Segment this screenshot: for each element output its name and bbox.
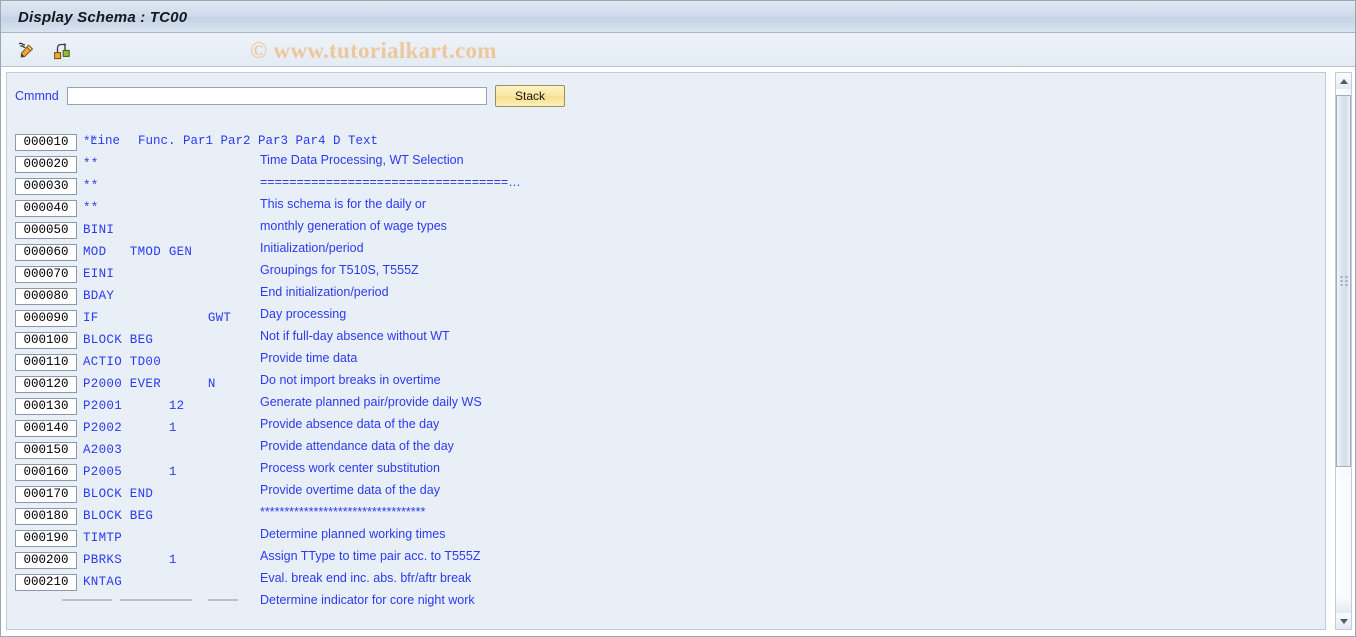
table-row: EINIEnd initialization/period bbox=[7, 263, 1325, 299]
table-row: P2002 1Provide attendance data of the da… bbox=[7, 417, 1325, 453]
line-number-input[interactable] bbox=[15, 441, 77, 459]
line-number-input[interactable] bbox=[15, 419, 77, 437]
line-number-input[interactable] bbox=[15, 221, 77, 239]
scrollbar-track-lower[interactable] bbox=[1336, 476, 1351, 597]
footer-rules bbox=[62, 599, 238, 601]
schema-code-cell: KNTAG bbox=[83, 575, 123, 589]
title-bar: Display Schema : TC00 bbox=[1, 1, 1355, 33]
grid-header-row: Line Func. Par1 Par2 Par3 Par4 D Text bbox=[7, 111, 1325, 148]
table-row: BDAYDay processing bbox=[7, 285, 1325, 321]
table-row: **==================================… bbox=[7, 153, 1325, 189]
table-row: IF GWTNot if full-day absence without WT bbox=[7, 307, 1325, 343]
schema-code-cell: BLOCK BEG bbox=[83, 333, 154, 347]
schema-code-cell: P2001 12 bbox=[83, 399, 185, 413]
table-row: P2000 EVER NGenerate planned pair/provid… bbox=[7, 373, 1325, 409]
line-number-input[interactable] bbox=[15, 529, 77, 547]
line-number-input[interactable] bbox=[15, 463, 77, 481]
schema-code-cell: TIMTP bbox=[83, 531, 123, 545]
table-row: A2003Process work center substitution bbox=[7, 439, 1325, 475]
line-number-input[interactable] bbox=[15, 507, 77, 525]
sap-gui-window: Display Schema : TC00 © www.tutorialkart… bbox=[0, 0, 1356, 637]
line-number-input[interactable] bbox=[15, 309, 77, 327]
table-row: **monthly generation of wage types bbox=[7, 197, 1325, 233]
table-row: P2005 1Provide overtime data of the day bbox=[7, 461, 1325, 497]
table-row: BLOCK END*******************************… bbox=[7, 483, 1325, 519]
schema-code-cell: ** bbox=[83, 179, 99, 193]
schema-code-cell: IF GWT bbox=[83, 311, 232, 325]
footer-rule-1 bbox=[62, 599, 112, 601]
line-number-input[interactable] bbox=[15, 265, 77, 283]
table-row: ACTIO TD00Do not import breaks in overti… bbox=[7, 351, 1325, 387]
display-change-icon[interactable] bbox=[13, 37, 39, 63]
table-row: P2001 12Provide absence data of the day bbox=[7, 395, 1325, 431]
table-row: BLOCK BEGDetermine planned working times bbox=[7, 505, 1325, 541]
structure-hierarchy-icon[interactable] bbox=[49, 37, 75, 63]
content-area: Cmmnd Stack Line Func. Par1 Par2 Par3 Par… bbox=[1, 67, 1355, 636]
schema-code-cell: BDAY bbox=[83, 289, 115, 303]
schema-code-cell: P2005 1 bbox=[83, 465, 177, 479]
table-row: TIMTPAssign TType to time pair acc. to T… bbox=[7, 527, 1325, 563]
table-row: **This schema is for the daily or bbox=[7, 175, 1325, 211]
schema-code-cell: ACTIO TD00 bbox=[83, 355, 162, 369]
schema-panel: Cmmnd Stack Line Func. Par1 Par2 Par3 Par… bbox=[6, 72, 1326, 630]
schema-code-cell: BLOCK END bbox=[83, 487, 154, 501]
schema-code-cell: P2002 1 bbox=[83, 421, 177, 435]
schema-code-cell: ** bbox=[83, 157, 99, 171]
window-title: Display Schema : TC00 bbox=[18, 8, 188, 26]
line-number-input[interactable] bbox=[15, 177, 77, 195]
scroll-down-arrow-icon[interactable] bbox=[1336, 613, 1351, 629]
schema-grid: LineFunc. Par1 Par2 Par3 Par4 D Text **T… bbox=[7, 111, 1325, 629]
scrollbar-grip-icon bbox=[1340, 276, 1347, 286]
footer-rule-3 bbox=[208, 599, 238, 601]
footer-rule-2 bbox=[120, 599, 192, 601]
table-row: BINIInitialization/period bbox=[7, 219, 1325, 255]
table-row: MOD TMOD GENGroupings for T510S, T555Z bbox=[7, 241, 1325, 277]
command-label: Cmmnd bbox=[15, 89, 59, 103]
schema-code-cell: A2003 bbox=[83, 443, 123, 457]
line-number-input[interactable] bbox=[15, 287, 77, 305]
schema-code-cell: EINI bbox=[83, 267, 115, 281]
grid-rows: **Time Data Processing, WT Selection**==… bbox=[7, 131, 1325, 607]
command-row: Cmmnd Stack bbox=[7, 85, 565, 107]
scroll-page-down-arrow-icon[interactable] bbox=[1336, 597, 1351, 613]
line-number-input[interactable] bbox=[15, 551, 77, 569]
stack-button[interactable]: Stack bbox=[495, 85, 565, 107]
scrollbar-thumb[interactable] bbox=[1336, 95, 1351, 467]
table-row: BLOCK BEGProvide time data bbox=[7, 329, 1325, 365]
line-number-input[interactable] bbox=[15, 375, 77, 393]
schema-code-cell: ** bbox=[83, 201, 99, 215]
vertical-scrollbar[interactable] bbox=[1335, 72, 1352, 630]
command-input[interactable] bbox=[67, 87, 487, 105]
scroll-up-arrow-icon[interactable] bbox=[1336, 73, 1351, 89]
line-number-input[interactable] bbox=[15, 243, 77, 261]
line-number-input[interactable] bbox=[15, 199, 77, 217]
line-number-input[interactable] bbox=[15, 573, 77, 591]
line-number-input[interactable] bbox=[15, 133, 77, 151]
line-number-input[interactable] bbox=[15, 331, 77, 349]
application-toolbar bbox=[1, 33, 1355, 67]
schema-code-cell: P2000 EVER N bbox=[83, 377, 216, 391]
schema-code-cell: BLOCK BEG bbox=[83, 509, 154, 523]
schema-code-cell: PBRKS 1 bbox=[83, 553, 177, 567]
schema-code-cell: ** bbox=[83, 135, 99, 149]
line-number-input[interactable] bbox=[15, 155, 77, 173]
schema-code-cell: MOD TMOD GEN bbox=[83, 245, 193, 259]
table-row: PBRKS 1Eval. break end inc. abs. bfr/aft… bbox=[7, 549, 1325, 585]
schema-text-cell: Determine indicator for core night work bbox=[260, 593, 475, 607]
status-bar bbox=[1, 633, 1355, 636]
schema-code-cell: BINI bbox=[83, 223, 115, 237]
table-row: KNTAG Determine indicator for core night … bbox=[7, 571, 1325, 607]
table-row: **Time Data Processing, WT Selection bbox=[7, 131, 1325, 167]
line-number-input[interactable] bbox=[15, 397, 77, 415]
line-number-input[interactable] bbox=[15, 485, 77, 503]
line-number-input[interactable] bbox=[15, 353, 77, 371]
